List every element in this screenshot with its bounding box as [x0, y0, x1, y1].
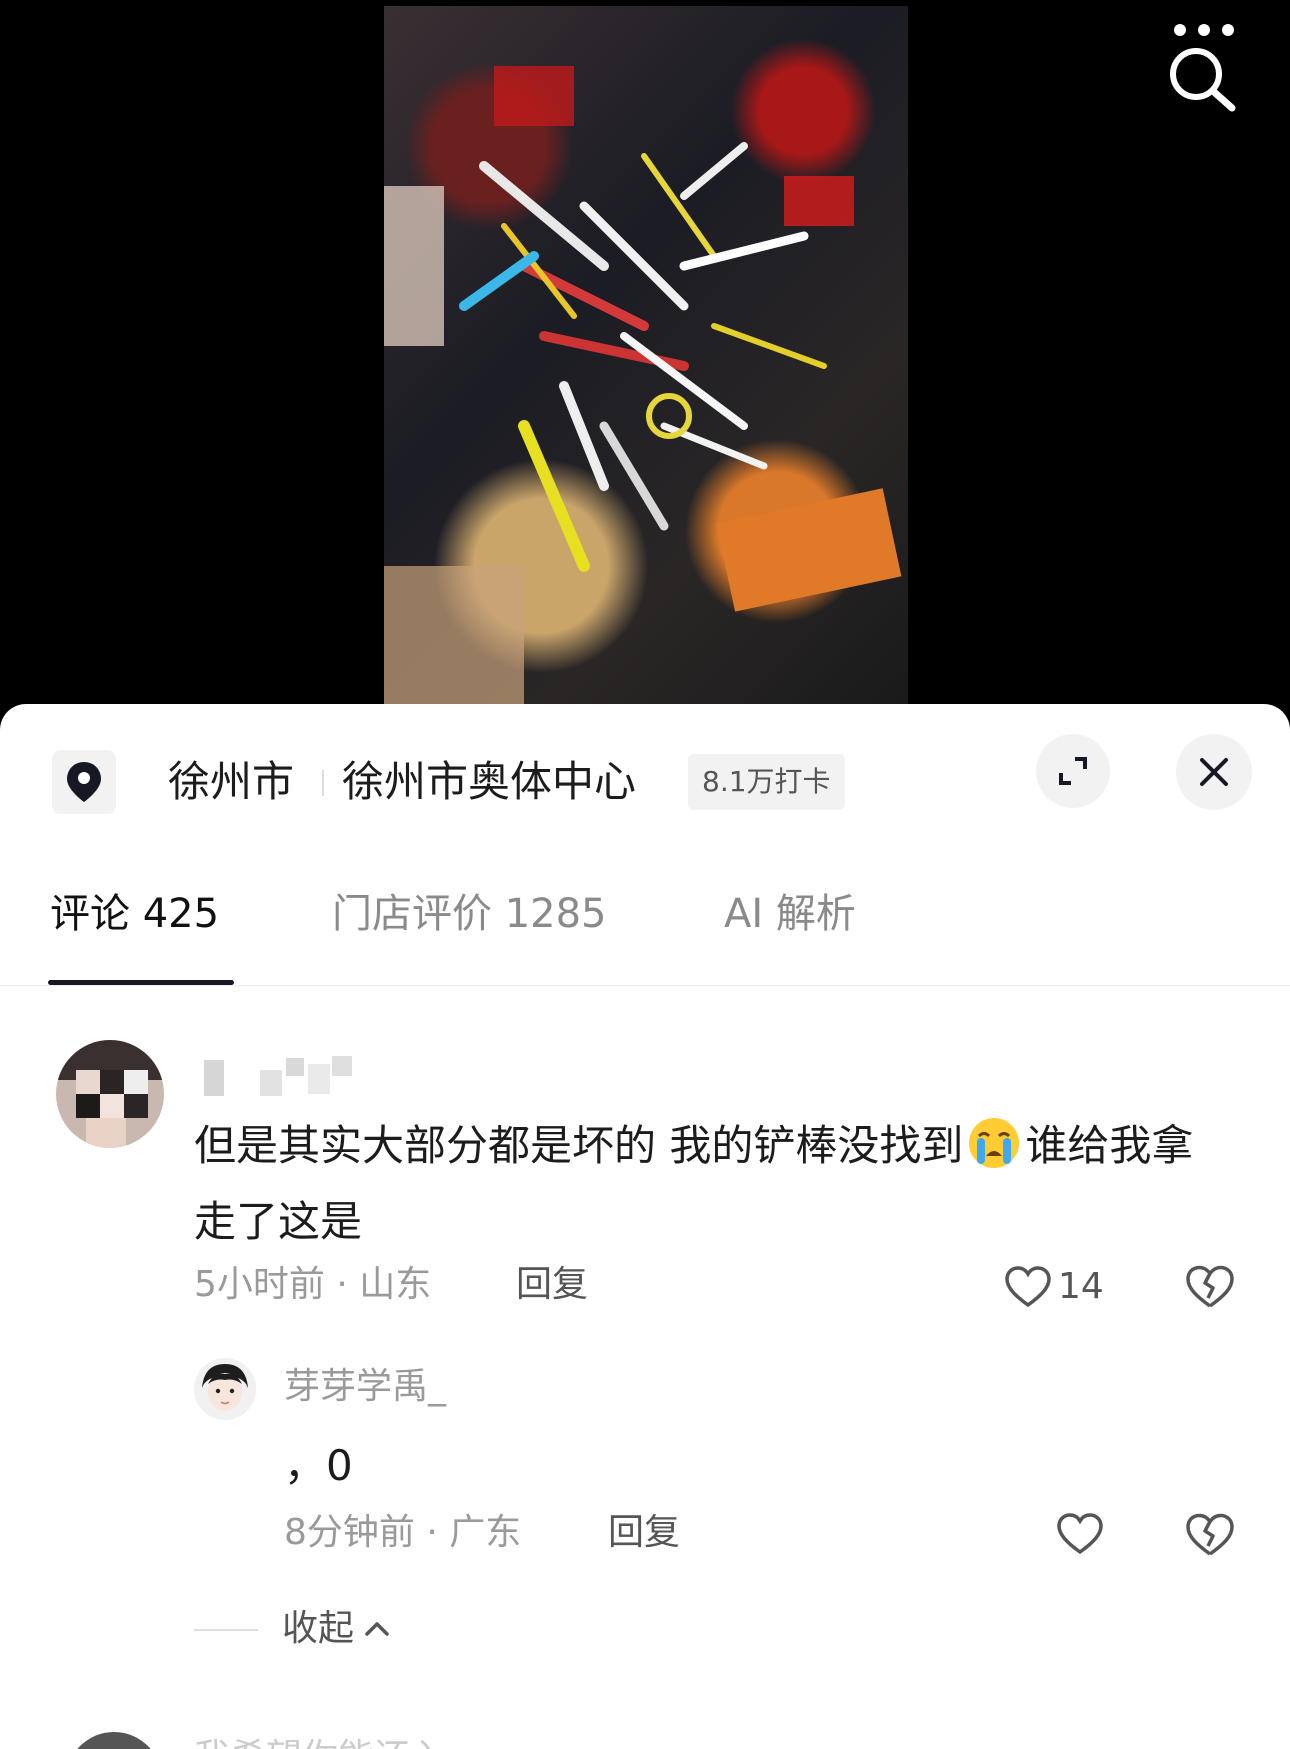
- reply-username[interactable]: 芽芽学禹_: [284, 1364, 446, 1410]
- tab-divider: [0, 985, 1290, 986]
- close-button[interactable]: [1176, 734, 1252, 810]
- video-player[interactable]: [0, 0, 1290, 720]
- location-city[interactable]: 徐州市: [168, 756, 294, 808]
- avatar[interactable]: [56, 1040, 164, 1148]
- reply-text: ，0: [284, 1441, 353, 1490]
- location-separator: [322, 770, 324, 796]
- expand-button[interactable]: [1036, 734, 1110, 808]
- comment-username-blurred[interactable]: [204, 1054, 354, 1096]
- comment-sheet: 徐州市 徐州市奥体中心 8.1万打卡 评论 425 门店评价 1285 AI 解…: [0, 704, 1290, 1749]
- video-frame[interactable]: [384, 6, 908, 706]
- chevron-up-icon: [365, 1622, 389, 1636]
- tab-ai-analysis[interactable]: AI 解析: [724, 884, 856, 944]
- reply-like-button[interactable]: [1056, 1512, 1104, 1560]
- comment-reply-button[interactable]: 回复: [516, 1262, 588, 1308]
- comment-timestamp: 5小时前 · 山东: [194, 1264, 432, 1305]
- collapse-divider: [194, 1629, 258, 1631]
- comment-text: 但是其实大部分都是坏的 我的铲棒没找到 谁给我拿走了这是: [194, 1108, 1234, 1260]
- broken-heart-icon: [1186, 1513, 1234, 1556]
- reply-dislike-button[interactable]: [1184, 1512, 1236, 1562]
- location-pin-icon: [52, 750, 116, 814]
- comment-like-button[interactable]: 14: [1004, 1264, 1104, 1310]
- location-venue[interactable]: 徐州市奥体中心: [342, 756, 636, 808]
- comment-text-part1: 但是其实大部分都是坏的 我的铲棒没找到: [194, 1121, 964, 1170]
- comment-like-count: 14: [1058, 1266, 1104, 1307]
- reply-reply-button[interactable]: 回复: [608, 1510, 680, 1556]
- video-content-image: [384, 66, 902, 706]
- next-comment-text: 我希望你能还入: [194, 1738, 446, 1749]
- close-icon: [1200, 758, 1228, 786]
- heart-icon: [1005, 1266, 1051, 1308]
- collapse-label: 收起: [282, 1608, 355, 1649]
- heart-icon: [1057, 1513, 1103, 1555]
- reply-timestamp: 8分钟前 · 广东: [284, 1512, 522, 1553]
- tab-comments[interactable]: 评论 425: [50, 884, 219, 944]
- tab-store-reviews[interactable]: 门店评价 1285: [332, 884, 607, 944]
- comment-dislike-button[interactable]: [1184, 1264, 1236, 1314]
- expand-icon: [1059, 757, 1087, 785]
- more-dots-icon[interactable]: [1172, 22, 1236, 38]
- next-comment-avatar[interactable]: [66, 1732, 162, 1749]
- reply-avatar[interactable]: [194, 1358, 256, 1420]
- crying-emoji-icon: [969, 1118, 1020, 1168]
- checkin-count-badge: 8.1万打卡: [688, 754, 845, 810]
- collapse-replies-button[interactable]: 收起: [282, 1604, 392, 1654]
- broken-heart-icon: [1186, 1265, 1234, 1308]
- search-icon[interactable]: [1164, 44, 1240, 114]
